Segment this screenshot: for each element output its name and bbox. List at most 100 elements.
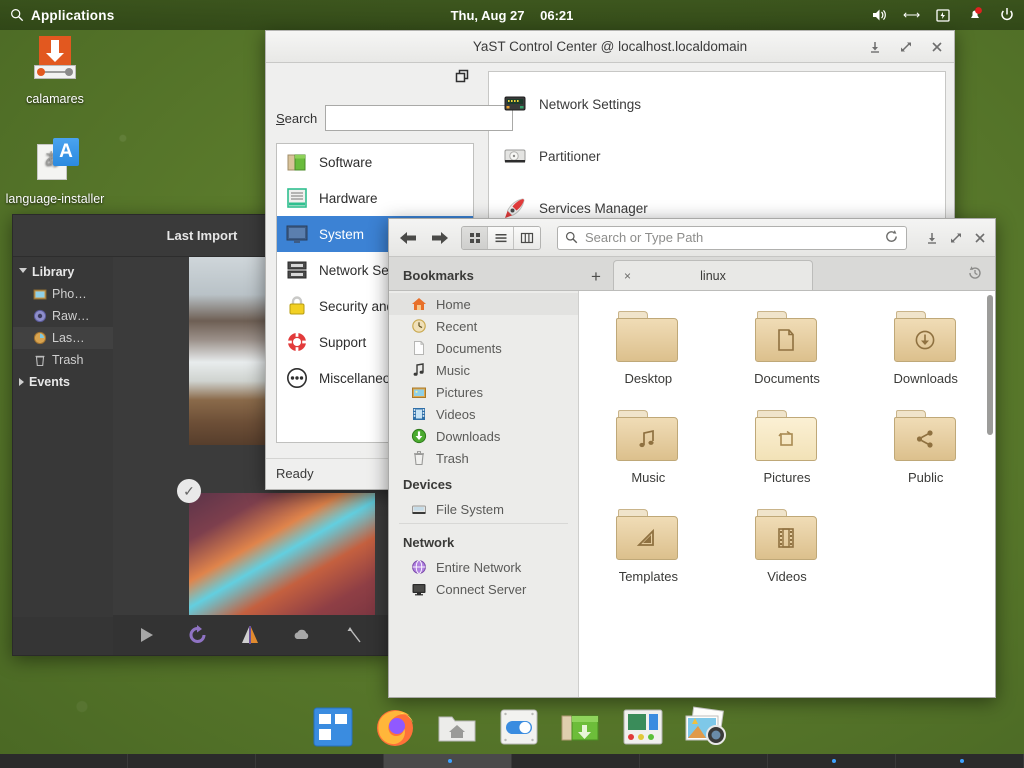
taskbar-slot[interactable] — [0, 754, 128, 768]
battery-icon[interactable] — [934, 6, 952, 24]
icon-view-button[interactable] — [462, 227, 488, 249]
language-installer-icon: A — [31, 136, 79, 184]
sidebar-item-music[interactable]: Music — [389, 359, 578, 381]
sidebar-item-trash[interactable]: Trash — [13, 349, 113, 371]
sidebar-item-label: Trash — [436, 451, 469, 466]
folder-icon — [616, 311, 680, 363]
maximize-button[interactable] — [899, 40, 913, 54]
power-icon[interactable] — [998, 6, 1016, 24]
sidebar-item-home[interactable]: Home — [389, 293, 578, 315]
history-icon[interactable] — [967, 265, 983, 286]
maximize-button[interactable] — [949, 231, 963, 245]
new-tab-button[interactable]: + — [579, 264, 613, 290]
yast-category-label: Hardware — [319, 191, 378, 206]
sidebar-item-raw[interactable]: Raw… — [13, 305, 113, 327]
file-item-templates[interactable]: Templates — [579, 509, 718, 584]
close-tab-button[interactable]: × — [624, 269, 631, 283]
flip-button[interactable] — [239, 624, 261, 646]
column-view-button[interactable] — [514, 227, 540, 249]
software-install-icon[interactable] — [558, 704, 604, 750]
file-manager-content[interactable]: Desktop Documents — [579, 291, 995, 697]
search-icon — [565, 231, 578, 244]
file-item-public[interactable]: Public — [856, 410, 995, 485]
volume-icon[interactable] — [870, 6, 888, 24]
file-manager-icon[interactable] — [434, 704, 480, 750]
sidebar-item-entire-network[interactable]: Entire Network — [389, 556, 578, 578]
applications-label: Applications — [31, 8, 114, 23]
reload-icon[interactable] — [884, 229, 899, 247]
list-view-button[interactable] — [488, 227, 514, 249]
yast-category-hardware[interactable]: Hardware — [277, 180, 473, 216]
taskbar-slot[interactable] — [128, 754, 256, 768]
taskbar-slot[interactable] — [768, 754, 896, 768]
sidebar-item-photos[interactable]: Pho… — [13, 283, 113, 305]
enhance-button[interactable] — [343, 624, 365, 646]
sidebar-item-events[interactable]: Events — [13, 371, 113, 393]
restore-window-icon[interactable] — [455, 69, 470, 84]
sidebar-item-label: File System — [436, 502, 504, 517]
sidebar-item-library[interactable]: Library — [13, 261, 113, 283]
file-item-pictures[interactable]: Pictures — [718, 410, 857, 485]
search-icon — [10, 8, 24, 22]
taskbar-slot[interactable] — [896, 754, 1024, 768]
file-item-downloads[interactable]: Downloads — [856, 311, 995, 386]
tab-linux[interactable]: × linux — [613, 260, 813, 290]
desktop-icon-language-installer[interactable]: A language-installer — [0, 136, 110, 206]
yast-module-partitioner[interactable]: Partitioner — [489, 130, 945, 182]
sidebar-item-documents[interactable]: Documents — [389, 337, 578, 359]
svg-text:⟷: ⟷ — [903, 8, 920, 22]
file-item-desktop[interactable]: Desktop — [579, 311, 718, 386]
file-item-documents[interactable]: Documents — [718, 311, 857, 386]
sidebar-item-connect-server[interactable]: Connect Server — [389, 578, 578, 600]
system-tools-icon[interactable] — [620, 704, 666, 750]
bookmarks-heading: Bookmarks — [389, 260, 579, 290]
sidebar-item-label: Music — [436, 363, 470, 378]
yast-titlebar[interactable]: YaST Control Center @ localhost.localdom… — [266, 31, 954, 63]
recent-clock-icon — [411, 318, 427, 334]
sidebar-item-label: Recent — [436, 319, 477, 334]
sidebar-divider — [399, 523, 568, 524]
taskbar-slot[interactable] — [256, 754, 384, 768]
taskbar-slot[interactable] — [512, 754, 640, 768]
sidebar-item-trash[interactable]: Trash — [389, 447, 578, 469]
back-button[interactable] — [397, 227, 419, 249]
vertical-scrollbar[interactable] — [987, 295, 993, 435]
yast-module-network-settings[interactable]: Network Settings — [489, 78, 945, 130]
file-item-label: Pictures — [718, 470, 857, 485]
sidebar-item-recent[interactable]: Recent — [389, 315, 578, 337]
photo-manager-icon[interactable] — [682, 704, 728, 750]
applications-menu[interactable]: Applications — [0, 8, 114, 23]
sidebar-item-downloads[interactable]: Downloads — [389, 425, 578, 447]
firefox-icon[interactable] — [372, 704, 418, 750]
minimize-button[interactable] — [868, 40, 882, 54]
desktop-icon-calamares[interactable]: calamares — [0, 36, 110, 106]
rotate-button[interactable] — [187, 624, 209, 646]
sidebar-item-file-system[interactable]: File System — [389, 498, 578, 520]
search-input[interactable]: Search or Type Path — [557, 226, 907, 250]
file-item-music[interactable]: Music — [579, 410, 718, 485]
taskbar-slot[interactable] — [640, 754, 768, 768]
forward-button[interactable] — [429, 227, 451, 249]
photo-thumbnail[interactable] — [189, 493, 375, 617]
close-button[interactable] — [973, 231, 987, 245]
file-item-videos[interactable]: Videos — [718, 509, 857, 584]
sidebar-item-label: Las… — [52, 331, 85, 345]
network-icon[interactable]: ⟷ — [902, 6, 920, 24]
play-slideshow-button[interactable] — [135, 624, 157, 646]
search-input[interactable] — [325, 105, 513, 131]
window-list-taskbar[interactable] — [0, 754, 1024, 768]
taskbar-slot[interactable] — [384, 754, 512, 768]
sidebar-item-last-import[interactable]: Las… — [13, 327, 113, 349]
settings-toggle-icon[interactable] — [496, 704, 542, 750]
notification-bell-icon[interactable] — [966, 6, 984, 24]
file-manager-window[interactable]: Search or Type Path — [388, 218, 996, 698]
minimize-button[interactable] — [925, 231, 939, 245]
yast-category-software[interactable]: Software — [277, 144, 473, 180]
show-applications-icon[interactable] — [310, 704, 356, 750]
folder-pictures-icon — [755, 410, 819, 462]
publish-cloud-button[interactable] — [291, 624, 313, 646]
triangle-right-icon — [19, 378, 24, 386]
close-button[interactable] — [930, 40, 944, 54]
sidebar-item-pictures[interactable]: Pictures — [389, 381, 578, 403]
sidebar-item-videos[interactable]: Videos — [389, 403, 578, 425]
